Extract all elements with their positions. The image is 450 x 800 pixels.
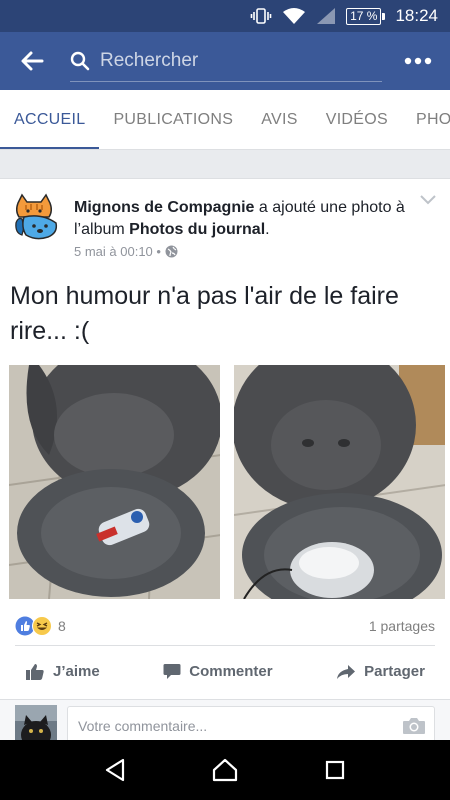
status-bar: 17 % 18:24 bbox=[0, 0, 450, 32]
comment-input[interactable] bbox=[78, 717, 394, 734]
post-options-chevron-icon[interactable] bbox=[420, 195, 436, 205]
back-arrow-icon bbox=[21, 51, 44, 71]
comment-button[interactable]: Commenter bbox=[153, 663, 282, 680]
nav-home-icon bbox=[212, 758, 238, 782]
search-input[interactable] bbox=[100, 49, 360, 72]
page-avatar[interactable] bbox=[12, 193, 62, 243]
like-label: J’aime bbox=[53, 663, 100, 680]
back-button[interactable] bbox=[0, 32, 64, 90]
share-button[interactable]: Partager bbox=[326, 663, 435, 680]
signal-icon bbox=[316, 7, 336, 25]
more-dots-icon bbox=[404, 57, 432, 65]
tab-videos[interactable]: VIDÉOS bbox=[312, 90, 402, 149]
comment-bubble-icon bbox=[163, 664, 181, 679]
share-count[interactable]: 1 partages bbox=[369, 618, 435, 634]
reaction-icons bbox=[15, 616, 52, 636]
post-attribution: Mignons de Compagnie a ajouté une photo … bbox=[74, 197, 410, 241]
post-photo-2[interactable] bbox=[234, 365, 445, 599]
search-icon bbox=[70, 51, 90, 70]
share-label: Partager bbox=[364, 663, 425, 680]
tab-accueil[interactable]: ACCUEIL bbox=[0, 90, 100, 149]
top-bar bbox=[0, 32, 450, 90]
battery-indicator: 17 % bbox=[346, 7, 386, 25]
tab-publications[interactable]: PUBLICATIONS bbox=[99, 90, 247, 149]
nav-back-button[interactable] bbox=[85, 740, 145, 800]
tab-avis[interactable]: AVIS bbox=[247, 90, 311, 149]
post-action-end: . bbox=[265, 221, 270, 238]
post-message: Mon humour n'a pas l'air de le faire rir… bbox=[10, 282, 399, 345]
globe-icon bbox=[165, 245, 178, 258]
share-arrow-icon bbox=[337, 664, 356, 679]
album-link[interactable]: Photos du journal bbox=[129, 221, 265, 238]
post-header-text: Mignons de Compagnie a ajouté une photo … bbox=[74, 193, 410, 269]
clock: 18:24 bbox=[395, 6, 438, 25]
search-bar[interactable] bbox=[70, 40, 382, 82]
battery-tip bbox=[382, 12, 386, 20]
post-actions: J’aime Commenter Partager bbox=[15, 645, 435, 697]
like-button[interactable]: J’aime bbox=[15, 663, 110, 681]
post-photo-1[interactable] bbox=[9, 365, 220, 599]
vibrate-icon bbox=[250, 7, 272, 25]
nav-recents-square-icon bbox=[325, 760, 345, 780]
haha-reaction-icon bbox=[32, 616, 52, 636]
post-photos bbox=[9, 365, 445, 599]
page-tabs: ACCUEIL PUBLICATIONS AVIS VIDÉOS PHO bbox=[0, 90, 450, 150]
post-card: Mignons de Compagnie a ajouté une photo … bbox=[0, 178, 450, 749]
feed-separator bbox=[0, 150, 450, 178]
nav-back-triangle-icon bbox=[105, 758, 125, 782]
page-name-link[interactable]: Mignons de Compagnie bbox=[74, 199, 254, 216]
nav-recents-button[interactable] bbox=[305, 740, 365, 800]
wifi-icon bbox=[282, 7, 306, 25]
nav-home-button[interactable] bbox=[195, 740, 255, 800]
post-header: Mignons de Compagnie a ajouté une photo … bbox=[0, 179, 450, 269]
more-options-button[interactable] bbox=[386, 32, 450, 90]
reactions-bar[interactable]: 8 1 partages bbox=[0, 609, 450, 643]
battery-level: 17 % bbox=[346, 7, 382, 25]
camera-icon bbox=[403, 717, 425, 734]
post-timestamp[interactable]: 5 mai à 00:10 • bbox=[74, 244, 161, 259]
reaction-count: 8 bbox=[58, 618, 66, 634]
app-root: 17 % 18:24 ACCUEIL PUBLICATIONS AVIS VID… bbox=[0, 0, 450, 800]
system-nav-bar bbox=[0, 740, 450, 800]
post-meta: 5 mai à 00:10 • bbox=[74, 244, 410, 259]
comment-label: Commenter bbox=[189, 663, 273, 680]
tab-photos[interactable]: PHO bbox=[402, 90, 450, 149]
thumbs-up-icon bbox=[26, 663, 44, 680]
